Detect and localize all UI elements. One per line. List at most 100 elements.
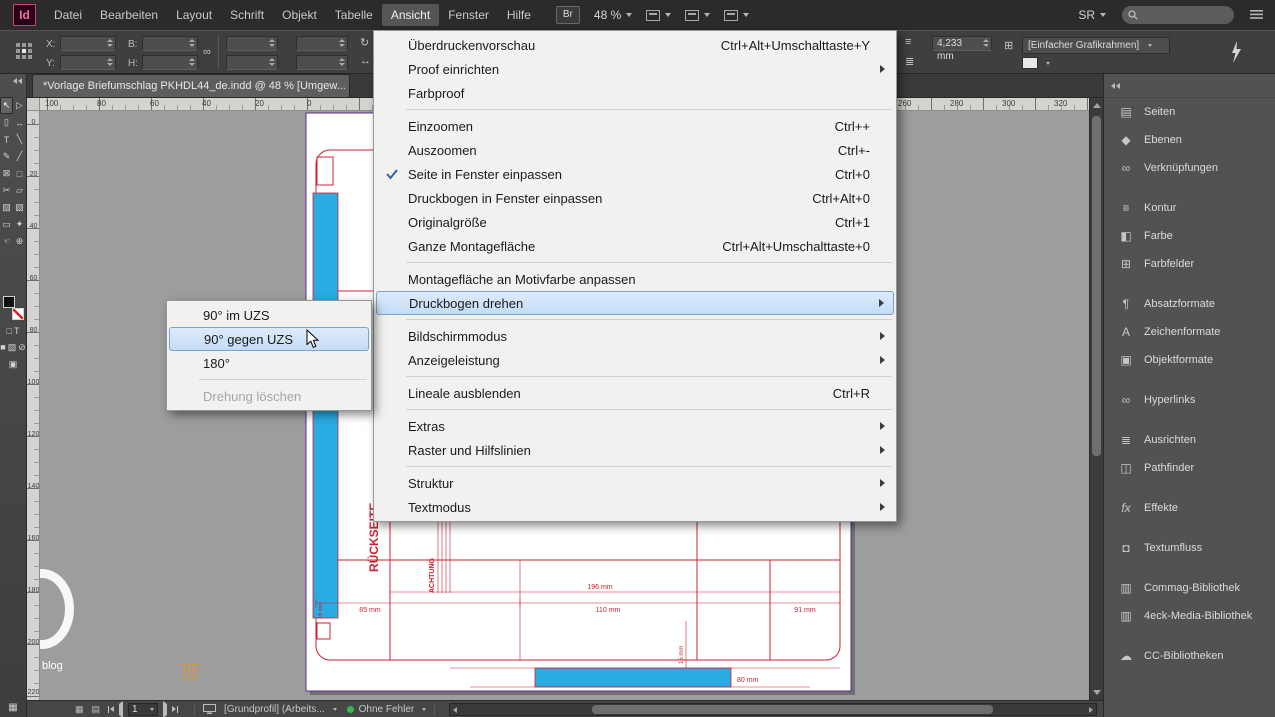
scroll-left-icon[interactable]: [453, 707, 457, 713]
page-number-dropdown[interactable]: 1: [128, 703, 158, 716]
collapse-tools-icon[interactable]: [0, 74, 26, 87]
submenu-item-180[interactable]: 180°: [169, 351, 369, 375]
menu-item-raster-und-hilfslinien[interactable]: Raster und Hilfslinien: [376, 438, 894, 462]
menu-item-anzeigeleistung[interactable]: Anzeigeleistung: [376, 348, 894, 372]
menu-item-farbproof[interactable]: Farbproof: [376, 81, 894, 105]
menu-item-druckbogen-drehen[interactable]: Druckbogen drehen: [376, 291, 894, 315]
rectangle-frame-tool[interactable]: ⊠: [0, 165, 13, 182]
page-tool[interactable]: ▯: [0, 114, 13, 131]
stroke-color-swatch[interactable]: [12, 308, 24, 320]
formatting-affects-container-button[interactable]: □: [7, 326, 12, 336]
previous-page-button[interactable]: [119, 704, 123, 715]
stepper-icon[interactable]: [107, 39, 113, 47]
display-performance-icon[interactable]: [203, 704, 216, 714]
stepper-icon[interactable]: [189, 58, 195, 66]
dock-item-kontur[interactable]: ≡Kontur: [1104, 194, 1275, 222]
dock-item-hyperlinks[interactable]: ∞Hyperlinks: [1104, 386, 1275, 414]
gradient-swatch-tool[interactable]: ▨: [0, 199, 13, 216]
eyedropper-tool[interactable]: ✦: [13, 216, 26, 233]
dock-item-textumfluss[interactable]: ◘Textumfluss: [1104, 534, 1275, 562]
rotate-cw-icon[interactable]: ↻: [360, 36, 369, 49]
scale-x-field[interactable]: [226, 36, 278, 51]
horizontal-scrollbar[interactable]: [449, 703, 1097, 716]
x-field[interactable]: [60, 36, 116, 51]
vertical-scrollbar[interactable]: [1089, 98, 1103, 700]
dock-item-ebenen[interactable]: ◆Ebenen: [1104, 126, 1275, 154]
menu-item-einzoomen[interactable]: Einzoomen Ctrl++: [376, 114, 894, 138]
rectangle-tool[interactable]: □: [13, 165, 26, 182]
workspace-switcher[interactable]: SR: [1078, 8, 1106, 22]
gap-field[interactable]: 4,233 mm: [932, 36, 992, 51]
menu-datei[interactable]: Datei: [45, 4, 91, 26]
dock-item-effekte[interactable]: fxEffekte: [1104, 494, 1275, 522]
menu-item-ueberdruckenvorschau[interactable]: Überdruckenvorschau Ctrl+Alt+Umschalttas…: [376, 33, 894, 57]
type-tool[interactable]: T: [0, 131, 13, 148]
arrange-documents-dropdown[interactable]: [724, 10, 749, 21]
zoom-tool[interactable]: ⊕: [13, 233, 26, 250]
dock-item-objektformate[interactable]: ▣Objektformate: [1104, 346, 1275, 374]
fill-swatch-dropdown[interactable]: [1022, 57, 1038, 69]
vertical-ruler[interactable]: 0 20 40 60 80 100 120 140 160 180 200 22…: [27, 111, 40, 700]
menu-item-druckbogen-in-fenster-einpassen[interactable]: Druckbogen in Fenster einpassen Ctrl+Alt…: [376, 186, 894, 210]
expand-panels-icon[interactable]: [1104, 74, 1275, 98]
submenu-item-90-gegen-uzs[interactable]: 90° gegen UZS: [169, 327, 369, 351]
submenu-item-90-im-uzs[interactable]: 90° im UZS: [169, 303, 369, 327]
quick-apply-icon[interactable]: [1230, 41, 1242, 63]
formatting-affects-text-button[interactable]: T: [14, 326, 20, 336]
menu-ansicht[interactable]: Ansicht: [382, 4, 439, 26]
last-page-button[interactable]: [172, 706, 178, 713]
menu-item-seite-in-fenster-einpassen[interactable]: Seite in Fenster einpassen Ctrl+0: [376, 162, 894, 186]
gradient-feather-tool[interactable]: ▧: [13, 199, 26, 216]
dock-item-seiten[interactable]: ▤Seiten: [1104, 98, 1275, 126]
menu-item-proof-einrichten[interactable]: Proof einrichten: [376, 57, 894, 81]
menu-layout[interactable]: Layout: [167, 4, 221, 26]
document-tab[interactable]: *Vorlage Briefumschlag PKHDL44_de.indd @…: [32, 74, 350, 97]
direct-selection-tool[interactable]: ▷: [13, 97, 26, 114]
menu-item-lineale-ausblenden[interactable]: Lineale ausblenden Ctrl+R: [376, 381, 894, 405]
apply-gradient-button[interactable]: ▨: [8, 342, 17, 353]
menu-item-originalgroesse[interactable]: Originalgröße Ctrl+1: [376, 210, 894, 234]
menu-item-auszoomen[interactable]: Auszoomen Ctrl+-: [376, 138, 894, 162]
dock-item-commag-bibliothek[interactable]: ▥Commag-Bibliothek: [1104, 574, 1275, 602]
fill-stroke-control[interactable]: [3, 296, 24, 320]
app-menu-icon[interactable]: [1250, 8, 1263, 22]
grid-icon[interactable]: ⊞: [1004, 39, 1013, 52]
dock-item-farbe[interactable]: ◧Farbe: [1104, 222, 1275, 250]
note-tool[interactable]: ▭: [0, 216, 13, 233]
dock-item-cc-bibliotheken[interactable]: ☁CC-Bibliotheken: [1104, 642, 1275, 670]
page-layout-icon[interactable]: ▤: [92, 704, 101, 715]
first-page-button[interactable]: [108, 706, 114, 713]
menu-hilfe[interactable]: Hilfe: [498, 4, 540, 26]
search-input[interactable]: [1122, 6, 1234, 24]
menu-bearbeiten[interactable]: Bearbeiten: [91, 4, 167, 26]
preflight-grid-icon[interactable]: ▦: [75, 704, 84, 715]
align-icon[interactable]: ≡: [905, 36, 911, 48]
menu-item-struktur[interactable]: Struktur: [376, 471, 894, 495]
height-field[interactable]: [142, 55, 198, 70]
dock-item-zeichenformate[interactable]: AZeichenformate: [1104, 318, 1275, 346]
dock-item-pathfinder[interactable]: ◫Pathfinder: [1104, 454, 1275, 482]
screen-mode-dropdown[interactable]: [685, 10, 710, 21]
menu-item-textmodus[interactable]: Textmodus: [376, 495, 894, 519]
stepper-icon[interactable]: [107, 58, 113, 66]
preflight-profile-dropdown[interactable]: [Grundprofil] (Arbeits...: [224, 704, 337, 715]
rotation-field[interactable]: [296, 36, 348, 51]
scroll-right-icon[interactable]: [1089, 707, 1093, 713]
horizontal-scroll-thumb[interactable]: [592, 705, 992, 714]
menu-item-bildschirmmodus[interactable]: Bildschirmmodus: [376, 324, 894, 348]
screen-mode-button[interactable]: ▣: [9, 359, 18, 370]
constrain-proportions-icon[interactable]: ∞: [203, 46, 211, 58]
vertical-scroll-thumb[interactable]: [1092, 116, 1101, 456]
menu-objekt[interactable]: Objekt: [273, 4, 326, 26]
gap-tool[interactable]: ↔: [13, 114, 26, 131]
dock-item-farbfelder[interactable]: ⊞Farbfelder: [1104, 250, 1275, 278]
pencil-tool[interactable]: ╱: [13, 148, 26, 165]
scale-y-field[interactable]: [226, 55, 278, 70]
hand-tool[interactable]: ☜: [0, 233, 13, 250]
apply-color-button[interactable]: ■: [0, 342, 5, 353]
scroll-down-icon[interactable]: [1093, 690, 1101, 695]
distribute-icon[interactable]: ≣: [905, 55, 914, 68]
dock-item-ausrichten[interactable]: ≣Ausrichten: [1104, 426, 1275, 454]
dock-item-verknuepfungen[interactable]: ∞Verknüpfungen: [1104, 154, 1275, 182]
stepper-icon[interactable]: [189, 39, 195, 47]
